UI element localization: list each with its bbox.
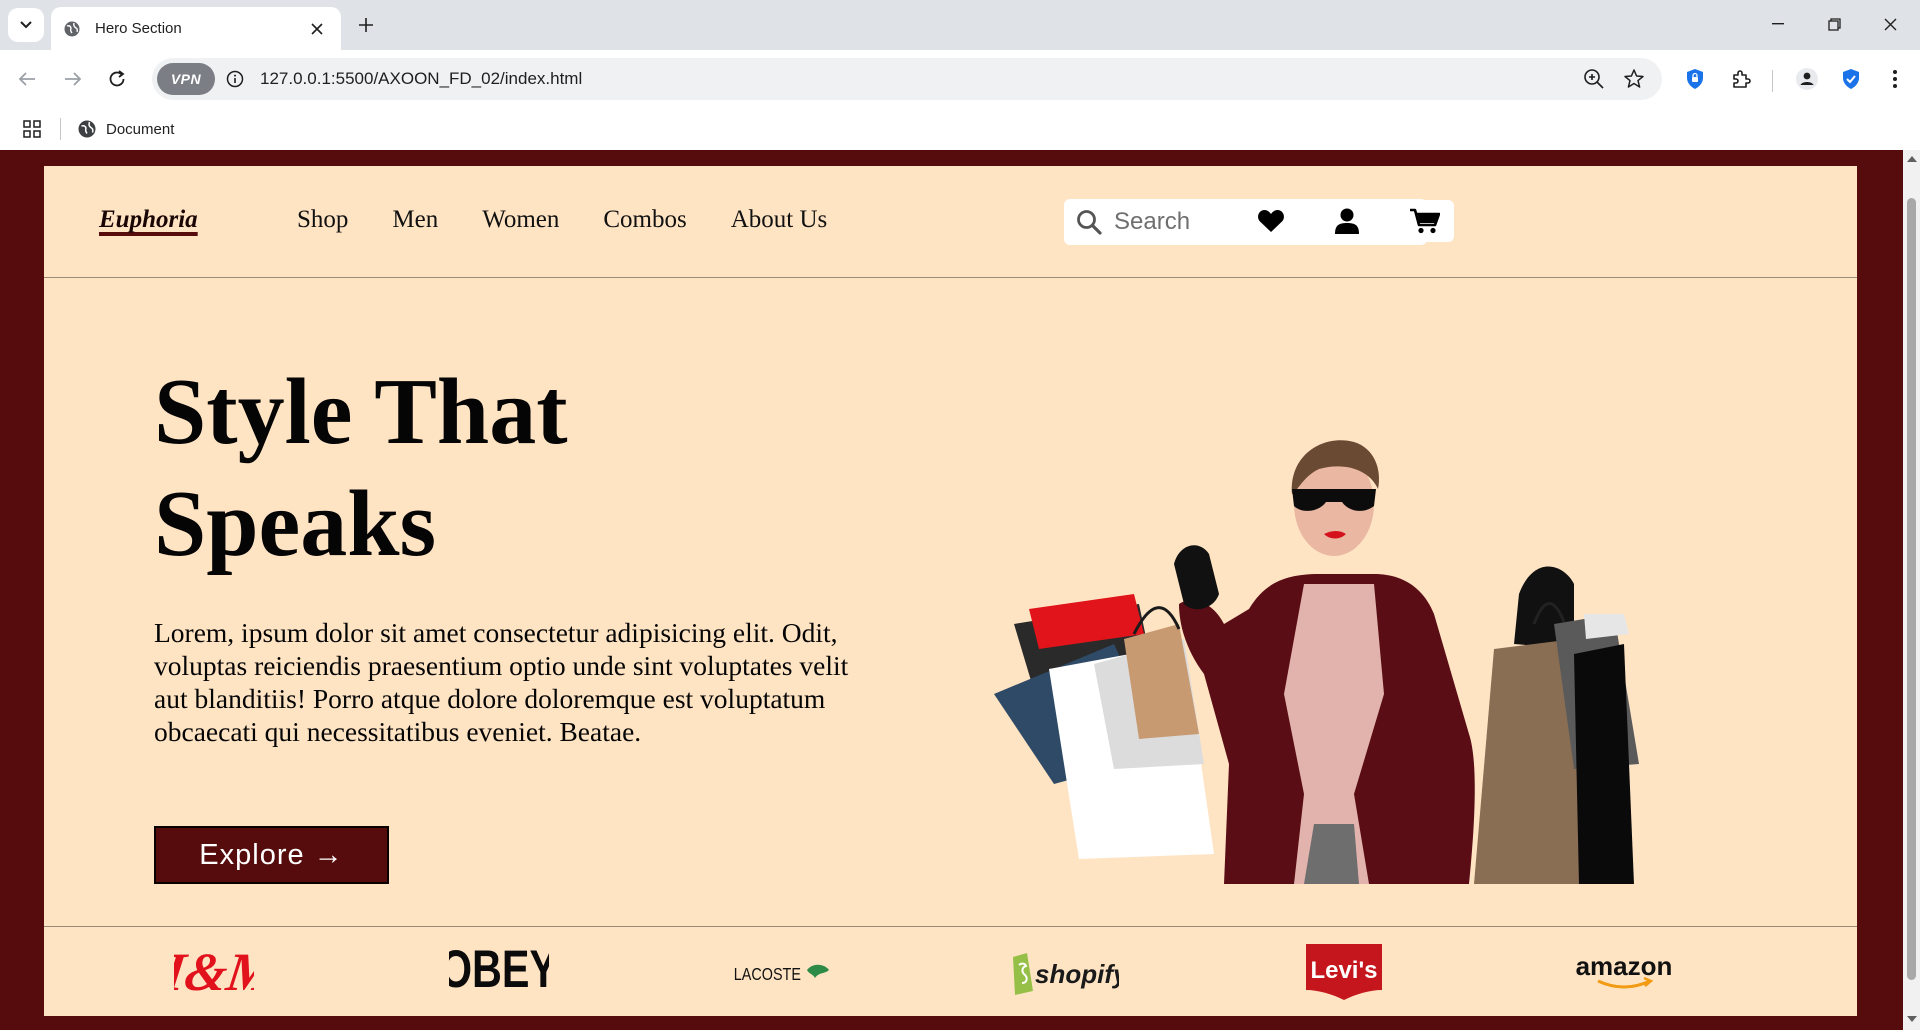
page-viewport: Euphoria Shop Men Women Combos About Us: [0, 150, 1903, 1030]
brand-lacoste-text: LACOSTE: [734, 965, 801, 985]
account-button[interactable]: [1322, 200, 1372, 242]
bookmark-label: Document: [106, 120, 175, 138]
nav-links: Shop Men Women Combos About Us: [297, 206, 827, 234]
profile-avatar-icon[interactable]: [1792, 64, 1822, 94]
reload-button[interactable]: [100, 62, 134, 96]
globe-icon: [63, 20, 81, 38]
heart-icon: [1258, 210, 1284, 232]
minimize-button[interactable]: [1758, 8, 1798, 40]
browser-tab[interactable]: Hero Section: [51, 7, 341, 50]
bookmarks-bar: Document: [0, 108, 1920, 150]
globe-icon: [78, 120, 96, 138]
page-scrollbar[interactable]: [1903, 150, 1920, 1030]
brand-logos-strip: H&M OBEY LACOSTE shopify Levi's amazon: [44, 926, 1857, 1016]
vpn-badge[interactable]: VPN: [157, 63, 215, 95]
toolbar-separator: [1772, 70, 1773, 92]
hero-page: Euphoria Shop Men Women Combos About Us: [44, 166, 1857, 1016]
arrow-right-icon: [65, 72, 82, 86]
scroll-down-arrow[interactable]: [1907, 1016, 1917, 1022]
bookmark-star-icon[interactable]: [1620, 65, 1648, 93]
brand-logo-amazon: amazon: [1564, 935, 1684, 1009]
address-bar[interactable]: VPN 127.0.0.1:5500/AXOON_FD_02/index.htm…: [152, 58, 1662, 100]
brand-logo-shopify: shopify: [1004, 935, 1124, 1009]
hero-image-woman-with-shopping-bags: [994, 440, 1639, 884]
site-info-icon[interactable]: [224, 68, 246, 90]
nav-link-shop[interactable]: Shop: [297, 206, 348, 234]
user-icon: [1335, 208, 1359, 234]
browser-tabstrip: Hero Section: [0, 0, 1920, 50]
explore-button[interactable]: Explore →: [154, 826, 389, 884]
brand-logo-hm: H&M: [164, 935, 264, 1009]
nav-link-women[interactable]: Women: [482, 206, 559, 234]
hero-description: Lorem, ipsum dolor sit amet consectetur …: [154, 617, 849, 747]
browser-toolbar: VPN 127.0.0.1:5500/AXOON_FD_02/index.htm…: [0, 50, 1920, 108]
scroll-thumb[interactable]: [1907, 198, 1916, 980]
brand-logo-levis: Levi's: [1284, 935, 1404, 1009]
security-shield-icon[interactable]: [1836, 64, 1866, 94]
cart-button[interactable]: [1396, 200, 1454, 242]
nav-link-men[interactable]: Men: [392, 206, 438, 234]
hero-title-line-2: Speaks: [154, 472, 437, 576]
scroll-up-arrow[interactable]: [1907, 156, 1917, 162]
nav-link-about-us[interactable]: About Us: [731, 206, 828, 234]
nav-link-combos[interactable]: Combos: [603, 206, 686, 234]
apps-grid-icon[interactable]: [20, 117, 44, 141]
brand-amazon-text: amazon: [1576, 951, 1673, 981]
extensions-puzzle-icon[interactable]: [1726, 64, 1756, 94]
more-menu-icon[interactable]: [1880, 64, 1910, 94]
brand-shopify-text: shopify: [1035, 959, 1119, 989]
brand-obey-text: OBEY: [449, 942, 549, 999]
forward-button[interactable]: [56, 62, 90, 96]
brand-levis-text: Levi's: [1310, 957, 1377, 984]
reload-icon: [109, 70, 125, 87]
brand-logo-lacoste: LACOSTE: [724, 935, 844, 1009]
brand-hm-text: H&M: [174, 942, 254, 1002]
shopping-cart-icon: [1410, 208, 1440, 234]
close-window-button[interactable]: [1870, 8, 1910, 40]
back-button[interactable]: [10, 62, 44, 96]
restore-button[interactable]: [1814, 8, 1854, 40]
url-text: 127.0.0.1:5500/AXOON_FD_02/index.html: [260, 69, 583, 88]
restore-icon: [1827, 17, 1841, 31]
site-logo[interactable]: Euphoria: [99, 206, 198, 234]
plus-icon: [359, 18, 373, 32]
hero-title: Style That Speaks: [154, 356, 854, 580]
tab-title: Hero Section: [95, 20, 182, 37]
bookmark-document[interactable]: Document: [78, 116, 174, 142]
shield-extension-icon[interactable]: [1680, 64, 1710, 94]
minimize-icon: [1772, 23, 1784, 25]
new-tab-button[interactable]: [352, 11, 380, 39]
search-icon: [1077, 210, 1102, 235]
chevron-down-icon: [20, 21, 32, 29]
arrow-left-icon: [18, 72, 35, 86]
bookmarks-separator: [60, 118, 61, 140]
hero-title-line-1: Style That: [154, 360, 568, 464]
brand-logo-obey: OBEY: [444, 935, 554, 1009]
zoom-icon[interactable]: [1580, 65, 1608, 93]
tab-search-button[interactable]: [8, 8, 44, 42]
wishlist-button[interactable]: [1244, 200, 1298, 242]
close-tab-icon[interactable]: [305, 17, 329, 41]
site-navbar: Euphoria Shop Men Women Combos About Us: [44, 166, 1857, 278]
close-icon: [1884, 18, 1896, 30]
